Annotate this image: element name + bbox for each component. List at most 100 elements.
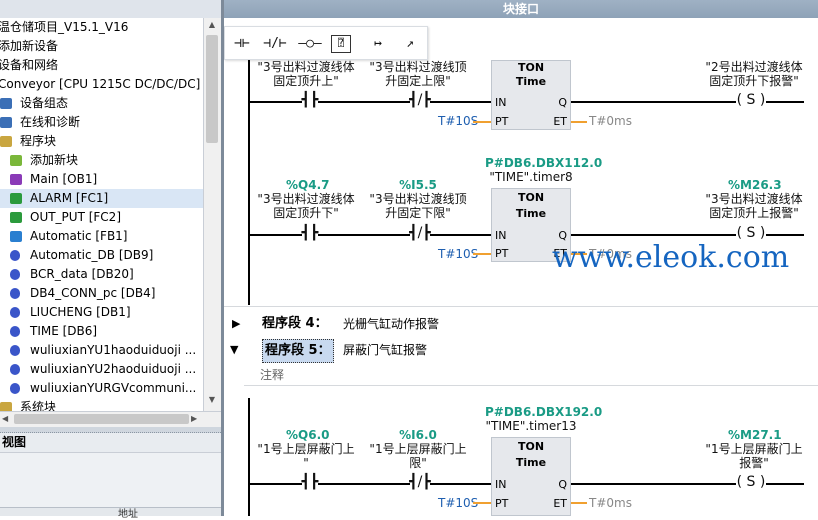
tree-hscroll-thumb[interactable]	[14, 414, 189, 424]
open-branch-button[interactable]: ↦	[365, 33, 391, 55]
empty-box-button[interactable]: ⍰	[331, 35, 351, 53]
folder-icon	[0, 136, 12, 147]
wire	[250, 483, 302, 485]
tree-item[interactable]: OUT_PUT [FC2]	[0, 208, 203, 227]
set-coil-icon[interactable]: ( S )	[736, 226, 766, 240]
no-contact-icon[interactable]: ┫┣	[300, 93, 320, 107]
device-config-icon	[0, 98, 12, 109]
tree-item[interactable]: ALARM [FC1]	[0, 189, 203, 208]
scroll-down-icon[interactable]: ▼	[205, 395, 219, 407]
contact-1-address[interactable]: %Q4.7	[286, 178, 329, 192]
contact-1-label: "1号上层屏蔽门上 "	[257, 442, 355, 470]
et-value[interactable]: T#0ms	[589, 114, 632, 128]
tree-item-label: 温仓储项目_V15.1_V16	[0, 20, 129, 34]
tree-item-label: BCR_data [DB20]	[30, 267, 134, 281]
insert-no-contact-button[interactable]: ⊣⊢	[229, 33, 255, 55]
tree-item[interactable]: LIUCHENG [DB1]	[0, 303, 203, 322]
contact-2-address[interactable]: %I6.0	[398, 428, 438, 442]
no-contact-icon[interactable]: ┫┣	[300, 226, 320, 240]
ton-title: TON	[517, 191, 545, 204]
tree-item[interactable]: 系统块	[0, 398, 203, 411]
expand-arrow-icon[interactable]: ▶	[232, 313, 240, 335]
detail-view-header[interactable]: 视图	[0, 433, 221, 452]
network-4-header[interactable]: ▶ 程序段 4： 光栅气缸动作报警	[224, 313, 818, 335]
coil-address[interactable]: %M26.3	[728, 178, 782, 192]
tree-item[interactable]: TIME [DB6]	[0, 322, 203, 341]
contact-1-address[interactable]: %Q6.0	[286, 428, 329, 442]
db-block-icon	[10, 345, 20, 356]
block-interface-bar[interactable]: 块接口	[224, 0, 818, 18]
no-contact-icon[interactable]: ┫┣	[300, 475, 320, 489]
tree-item[interactable]: 温仓储项目_V15.1_V16	[0, 18, 203, 37]
tree-item[interactable]: BCR_data [DB20]	[0, 265, 203, 284]
db-block-icon	[10, 326, 20, 337]
close-branch-button[interactable]: ↗	[397, 33, 423, 55]
tree-item-label: wuliuxianYU1haoduiduoji ...	[30, 343, 197, 357]
pin-pt: PT	[495, 115, 509, 128]
db-block-icon	[10, 307, 20, 318]
network-5-title[interactable]: 程序段 5：	[262, 339, 334, 363]
tree-item-label: 在线和诊断	[20, 115, 81, 129]
instance-db-address[interactable]: P#DB6.DBX192.0	[485, 405, 602, 419]
tree-item[interactable]: 添加新设备	[0, 37, 203, 56]
tree-item[interactable]: 程序块	[0, 132, 203, 151]
tree-item[interactable]: Main [OB1]	[0, 170, 203, 189]
coil-address[interactable]: %M27.1	[728, 428, 782, 442]
ton-title: TON	[517, 61, 545, 74]
instance-db-address[interactable]: P#DB6.DBX112.0	[485, 156, 602, 170]
tree-item[interactable]: DB4_CONN_pc [DB4]	[0, 284, 203, 303]
collapse-arrow-icon[interactable]: ▼	[230, 339, 238, 361]
tree-item-label: OUT_PUT [FC2]	[30, 210, 122, 224]
wire	[766, 234, 804, 236]
pt-wire	[473, 253, 491, 255]
db-block-icon	[10, 383, 20, 394]
tree-item[interactable]: 设备组态	[0, 94, 203, 113]
tree-item[interactable]: Conveyor [CPU 1215C DC/DC/DC]	[0, 75, 203, 94]
nc-contact-icon[interactable]: ┫/┣	[408, 475, 432, 489]
tree-item[interactable]: 添加新块	[0, 151, 203, 170]
add-block-icon	[10, 155, 22, 166]
scroll-up-icon[interactable]: ▲	[205, 20, 219, 32]
pin-in: IN	[495, 96, 507, 109]
instance-db-name[interactable]: "TIME".timer13	[485, 419, 577, 433]
network-comment[interactable]: 注释	[244, 362, 818, 386]
network-4-description[interactable]: 光栅气缸动作报警	[343, 313, 439, 335]
detail-column-address[interactable]: 地址	[118, 505, 138, 520]
set-coil-icon[interactable]: ( S )	[736, 93, 766, 107]
nc-contact-icon[interactable]: ┫/┣	[408, 226, 432, 240]
scroll-right-icon[interactable]: ▶	[191, 412, 201, 426]
tree-item[interactable]: 设备和网络	[0, 56, 203, 75]
fc-block-icon	[10, 193, 22, 204]
tree-header	[0, 0, 221, 18]
ton-timer-block[interactable]: TON Time IN PT Q ET	[491, 437, 571, 516]
wire	[430, 483, 492, 485]
et-value[interactable]: T#0ms	[589, 496, 632, 510]
tree-item-label: ALARM [FC1]	[30, 191, 109, 205]
tree-item-label: LIUCHENG [DB1]	[30, 305, 131, 319]
pin-pt: PT	[495, 497, 509, 510]
tree-item[interactable]: wuliuxianYU2haoduiduoji ...	[0, 360, 203, 379]
online-diagnostics-icon	[0, 117, 12, 128]
insert-nc-contact-button[interactable]: ⊣/⊢	[262, 33, 288, 55]
tree-item-label: Automatic_DB [DB9]	[30, 248, 154, 262]
contact-2-address[interactable]: %I5.5	[398, 178, 438, 192]
tree-scroll-thumb[interactable]	[206, 35, 218, 143]
set-coil-icon[interactable]: ( S )	[736, 475, 766, 489]
tree-item[interactable]: Automatic_DB [DB9]	[0, 246, 203, 265]
network-5-description[interactable]: 屏蔽门气缸报警	[343, 339, 427, 361]
tree-item[interactable]: 在线和诊断	[0, 113, 203, 132]
ton-title: TON	[517, 440, 545, 453]
ladder-toolbar: ⊣⊢ ⊣/⊢ –○– ⍰ ↦ ↗	[224, 26, 428, 60]
wire	[250, 234, 302, 236]
tree-item-label: 添加新设备	[0, 39, 59, 53]
instance-db-name[interactable]: "TIME".timer8	[485, 170, 577, 184]
scroll-left-icon[interactable]: ◀	[2, 412, 12, 426]
tree-item[interactable]: wuliuxianYURGVcommuni...	[0, 379, 203, 398]
tree-item[interactable]: Automatic [FB1]	[0, 227, 203, 246]
tree-item-label: Conveyor [CPU 1215C DC/DC/DC]	[0, 77, 201, 91]
insert-coil-button[interactable]: –○–	[297, 33, 323, 55]
nc-contact-icon[interactable]: ┫/┣	[408, 93, 432, 107]
ton-timer-block[interactable]: TON Time IN PT Q ET	[491, 60, 571, 130]
tree-item[interactable]: wuliuxianYU1haoduiduoji ...	[0, 341, 203, 360]
network-5-header[interactable]: ▼ 程序段 5： 屏蔽门气缸报警	[224, 339, 818, 363]
